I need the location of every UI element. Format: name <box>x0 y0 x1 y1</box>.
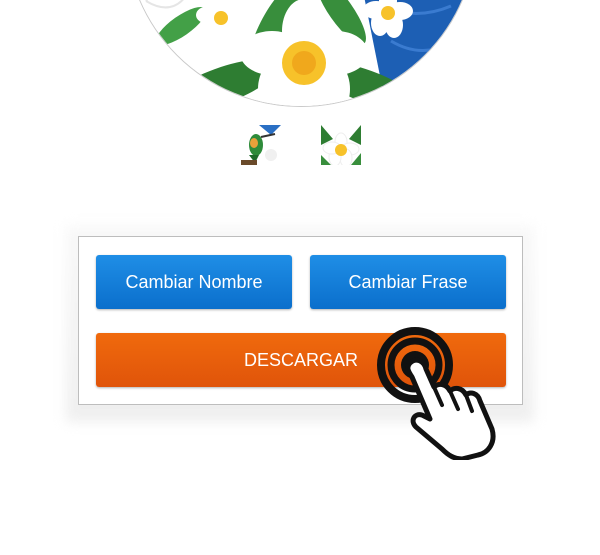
tap-hand-icon <box>370 325 505 462</box>
frangipani-thumbnail[interactable] <box>321 125 361 165</box>
frangipani-artwork <box>126 0 476 106</box>
hummingbird-thumbnail[interactable] <box>241 125 281 165</box>
flower-icon <box>321 125 361 165</box>
thumbnail-strip <box>0 125 600 165</box>
change-phrase-button[interactable]: Cambiar Frase <box>310 255 506 309</box>
hummingbird-icon <box>241 125 281 165</box>
change-name-button[interactable]: Cambiar Nombre <box>96 255 292 309</box>
preview-image <box>125 0 477 107</box>
